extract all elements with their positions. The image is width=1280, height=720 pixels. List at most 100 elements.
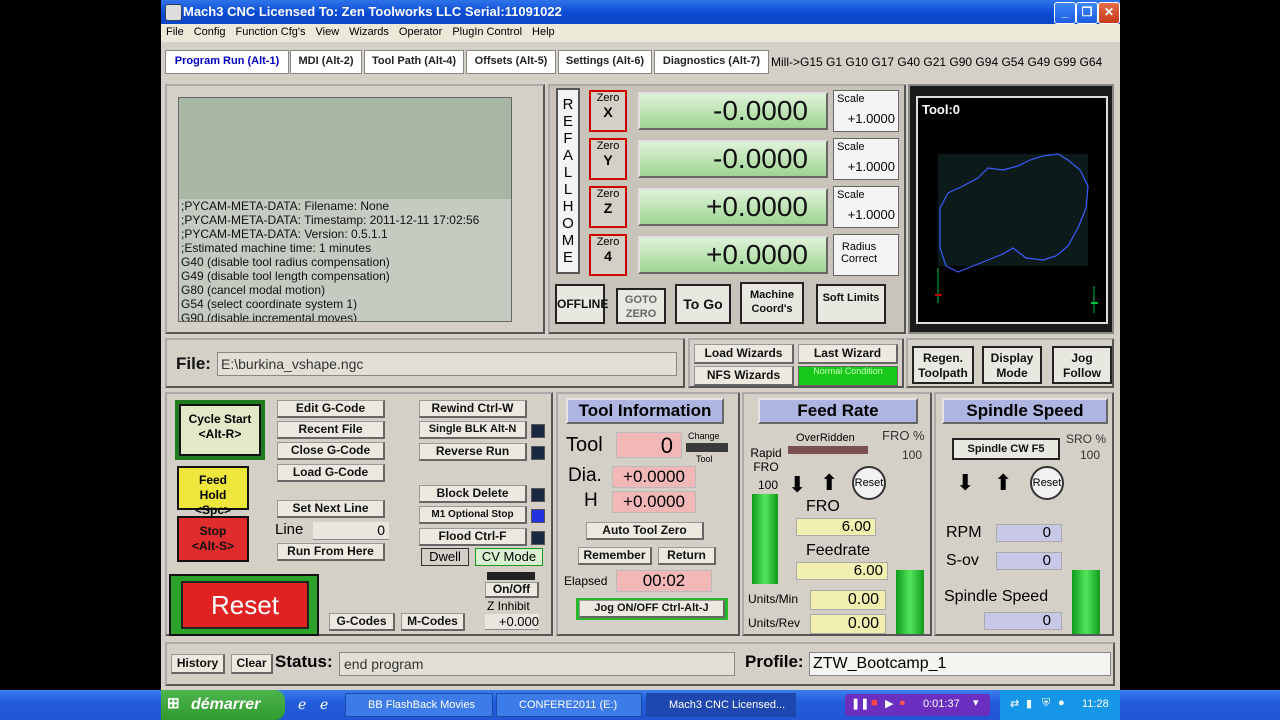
menu-config[interactable]: Config [189,24,231,40]
auto-tool-zero-button[interactable]: Auto Tool Zero [586,522,704,540]
m1-optional-stop-button[interactable]: M1 Optional Stop [419,506,527,524]
fro-reset-button[interactable]: Reset [852,466,886,500]
zero-4-button[interactable]: Zero 4 [589,234,627,276]
spindle-speed-slider[interactable] [1072,570,1100,634]
rapid-fro-slider[interactable] [752,494,778,584]
radius-correct-button[interactable]: Radius Correct [833,234,899,276]
soft-limits-button[interactable]: Soft Limits [816,284,886,324]
fro-up-icon[interactable]: ⬆ [820,470,838,496]
return-button[interactable]: Return [658,547,716,565]
dro-z[interactable]: +0.0000 [638,188,828,226]
jog-follow-button[interactable]: Jog Follow [1052,346,1112,384]
gcode-scrollbar[interactable]: ▲ ▼ [511,98,512,322]
spindle-speed-value[interactable]: 0 [984,612,1062,630]
nfs-wizards-button[interactable]: NFS Wizards [694,366,794,386]
toolpath-display[interactable]: Tool:0 [916,96,1108,324]
reverse-run-button[interactable]: Reverse Run [419,443,527,461]
menu-operator[interactable]: Operator [394,24,447,40]
cycle-start-button[interactable]: Cycle Start <Alt-R> [179,404,261,456]
scale-value[interactable]: +1.0000 [834,159,898,174]
record-icon[interactable]: ■ [871,697,878,709]
taskbar-item-flashback[interactable]: BB FlashBack Movies [345,693,493,717]
stop-button[interactable]: Stop <Alt-S> [177,516,249,562]
dro-y[interactable]: -0.0000 [638,140,828,178]
tab-settings[interactable]: Settings (Alt-6) [558,50,652,74]
flood-button[interactable]: Flood Ctrl-F [419,528,527,546]
fro-value[interactable]: 6.00 [796,518,876,536]
z-inhibit-onoff-button[interactable]: On/Off [485,582,539,598]
tray-network-icon[interactable]: ⇄ [1010,697,1019,710]
jog-toggle-button[interactable]: Jog ON/OFF Ctrl-Alt-J [579,600,725,618]
quick-launch-browser-icon[interactable]: ℯ [320,696,328,713]
menu-wizards[interactable]: Wizards [344,24,394,40]
tab-mdi[interactable]: MDI (Alt-2) [290,50,362,74]
tool-diameter[interactable]: +0.0000 [612,466,696,488]
feedrate-value[interactable]: 6.00 [796,562,888,580]
z-inhibit-value[interactable]: +0.000 [485,614,539,630]
edit-gcode-button[interactable]: Edit G-Code [277,400,385,418]
tray-app-icon[interactable]: ● [1058,697,1065,709]
feed-hold-button[interactable]: Feed Hold <Spc> [177,466,249,517]
ref-all-home-button[interactable]: REFALLHOME [556,88,580,274]
mcodes-button[interactable]: M-Codes [401,613,465,631]
set-next-line-button[interactable]: Set Next Line [277,500,385,518]
remember-button[interactable]: Remember [578,547,652,565]
dro-4[interactable]: +0.0000 [638,236,828,274]
tray-battery-icon[interactable]: ▮ [1026,697,1032,710]
sro-up-icon[interactable]: ⬆ [994,470,1012,496]
pause-icon[interactable]: ❚❚ [851,697,869,710]
menu-help[interactable]: Help [527,24,560,40]
fro-down-icon[interactable]: ⬇ [788,472,806,498]
sro-reset-button[interactable]: Reset [1030,466,1064,500]
zero-x-button[interactable]: Zero X [589,90,627,132]
play-icon[interactable]: ▶ [885,697,893,710]
maximize-button[interactable]: ❐ [1076,2,1098,24]
machine-coords-button[interactable]: Machine Coord's [740,282,804,324]
gcodes-button[interactable]: G-Codes [329,613,395,631]
menu-function-cfgs[interactable]: Function Cfg's [231,24,311,40]
gcode-listing[interactable]: ;PYCAM-META-DATA: Filename: None ;PYCAM-… [178,97,512,322]
goto-zero-button[interactable]: GOTO ZERO [616,288,666,324]
dro-x[interactable]: -0.0000 [638,92,828,130]
minimize-button[interactable]: _ [1054,2,1076,24]
reset-button[interactable]: Reset [181,581,309,629]
clear-button[interactable]: Clear [231,654,273,674]
taskbar-item-confere[interactable]: CONFERE2011 (E:) [496,693,642,717]
to-go-button[interactable]: To Go [675,284,731,324]
file-path-field[interactable]: E:\burkina_vshape.ngc [217,352,677,376]
feedrate-slider[interactable] [896,570,924,634]
scale-value[interactable]: +1.0000 [834,207,898,222]
rewind-button[interactable]: Rewind Ctrl-W [419,400,527,418]
display-mode-button[interactable]: Display Mode [982,346,1042,384]
menu-file[interactable]: File [161,24,189,40]
single-block-button[interactable]: Single BLK Alt-N [419,421,527,439]
block-delete-button[interactable]: Block Delete [419,485,527,503]
load-gcode-button[interactable]: Load G-Code [277,464,385,482]
tray-shield-icon[interactable]: ⛨ [1042,697,1050,710]
history-button[interactable]: History [171,654,225,674]
tab-program-run[interactable]: Program Run (Alt-1) [165,50,289,74]
tab-tool-path[interactable]: Tool Path (Alt-4) [364,50,464,74]
tab-offsets[interactable]: Offsets (Alt-5) [466,50,556,74]
spindle-cw-button[interactable]: Spindle CW F5 [952,438,1060,460]
regen-toolpath-button[interactable]: Regen. Toolpath [912,346,974,384]
record-dot-icon[interactable]: ● [899,697,906,709]
quick-launch-ie-icon[interactable]: ℯ [298,696,306,713]
tool-number[interactable]: 0 [616,432,682,458]
zero-z-button[interactable]: Zero Z [589,186,627,228]
dropdown-icon[interactable]: ▾ [973,696,979,709]
recent-file-button[interactable]: Recent File [277,421,385,439]
close-button[interactable]: ✕ [1098,2,1120,24]
close-gcode-button[interactable]: Close G-Code [277,442,385,460]
menu-plugin-control[interactable]: PlugIn Control [447,24,527,40]
scale-value[interactable]: +1.0000 [834,111,898,126]
run-from-here-button[interactable]: Run From Here [277,543,385,561]
start-button[interactable]: ⊞ démarrer [161,690,285,720]
tool-height[interactable]: +0.0000 [612,491,696,513]
menu-view[interactable]: View [311,24,345,40]
sro-down-icon[interactable]: ⬇ [956,470,974,496]
zero-y-button[interactable]: Zero Y [589,138,627,180]
load-wizards-button[interactable]: Load Wizards [694,344,794,364]
last-wizard-button[interactable]: Last Wizard [798,344,898,364]
taskbar-item-mach3[interactable]: Mach3 CNC Licensed... [646,693,796,717]
